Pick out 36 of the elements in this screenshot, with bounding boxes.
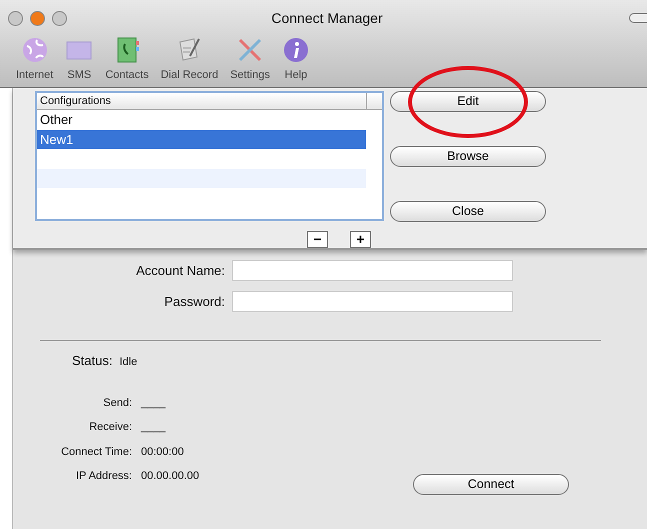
stat-label: Send: [102, 396, 133, 410]
window-control-button[interactable] [52, 10, 67, 26]
list-header[interactable]: Configurations [37, 93, 382, 110]
field-label: Account Name: [135, 262, 226, 280]
input-field[interactable] [232, 260, 513, 281]
list-item[interactable]: Other [37, 110, 366, 130]
remove-button[interactable]: − [307, 231, 328, 248]
toolbar-button[interactable]: Dial Record [160, 36, 218, 84]
sheet-button[interactable]: Edit [390, 91, 546, 112]
sheet-button[interactable]: Browse [390, 146, 546, 167]
stat-label: Receive: [88, 420, 133, 435]
field-label: Password: [163, 292, 226, 311]
toolbar-button[interactable]: Settings [230, 36, 270, 84]
window-control-button[interactable] [30, 10, 45, 26]
add-button[interactable]: + [350, 231, 371, 248]
stat-value: 00:00:00 [141, 444, 185, 460]
sheet-button[interactable]: Close [390, 201, 546, 222]
stat-value: 00.00.00.00 [141, 469, 200, 484]
stat-value: ____ [141, 420, 167, 435]
stat-label: IP Address: [74, 469, 133, 484]
toolbar-button[interactable]: Internet [16, 36, 54, 84]
window-title: Connect Manager [271, 8, 384, 28]
stat-value: ____ [141, 396, 167, 410]
info-icon [282, 36, 310, 64]
toolbar-button[interactable]: Help [282, 36, 310, 84]
input-field[interactable] [232, 291, 513, 312]
globe-icon [20, 36, 49, 64]
stat-label: Connect Time: [60, 444, 133, 460]
connect-button[interactable]: Connect [413, 474, 569, 495]
list-item[interactable]: New1 [37, 130, 366, 149]
status-value: Idle [119, 355, 138, 370]
toolbar-button[interactable]: Contacts [105, 36, 149, 84]
window-control-button[interactable] [8, 10, 23, 26]
status-label: Status: [72, 352, 112, 370]
toolbar-button[interactable]: SMS [65, 36, 94, 84]
toolbar-toggle-button[interactable] [629, 13, 647, 23]
